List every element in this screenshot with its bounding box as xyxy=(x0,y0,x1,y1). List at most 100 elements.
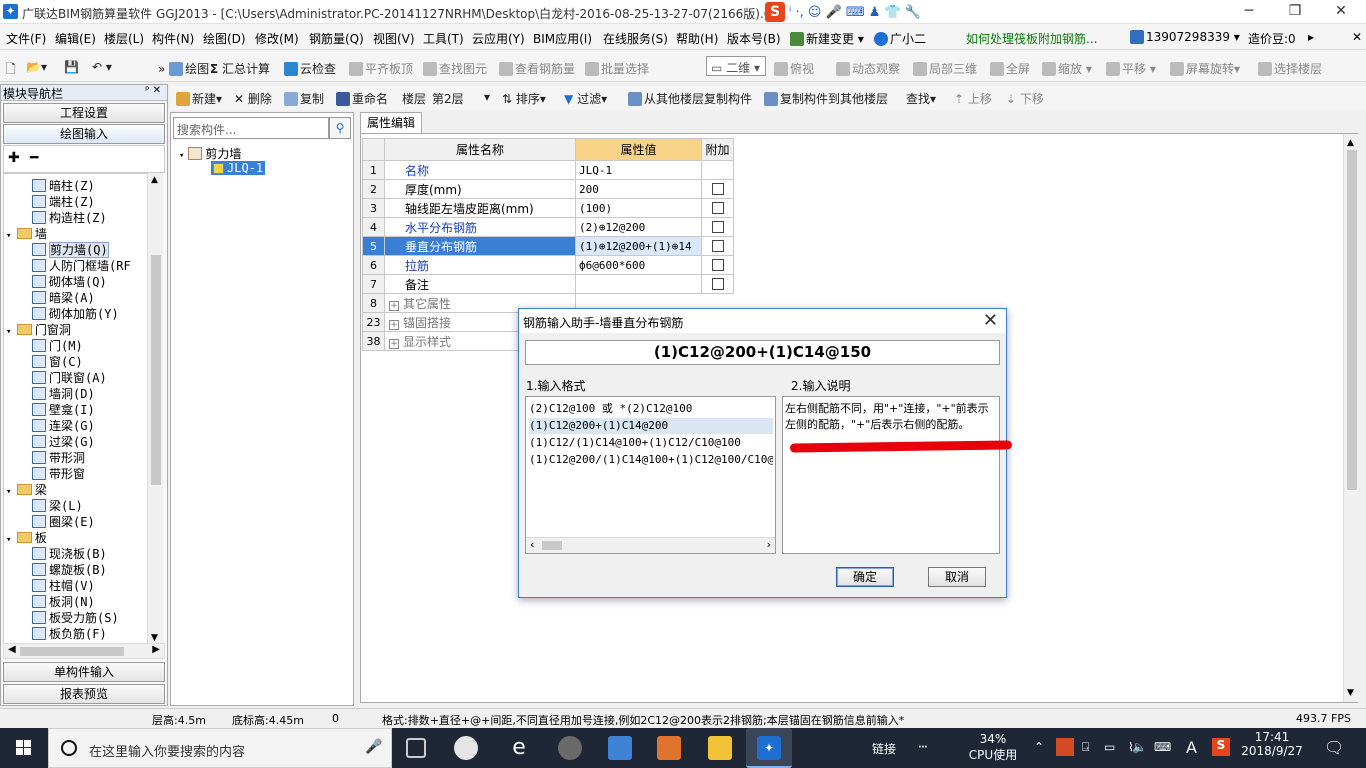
scroll-left-icon[interactable]: ◀ xyxy=(8,644,16,655)
rebar-value-input[interactable]: (1)C12@200+(1)C14@150 xyxy=(525,340,1000,365)
prop-scroll-down-icon[interactable]: ▼ xyxy=(1347,688,1354,698)
network-icon[interactable]: ▭ xyxy=(1104,740,1115,754)
input-language[interactable]: A xyxy=(1186,738,1197,757)
tree-folder[interactable]: ▾ 梁 xyxy=(6,481,47,498)
taskbar-search[interactable]: 在这里输入你要搜索的内容 🎤 xyxy=(48,728,392,768)
ggj-app-button[interactable]: ✦ xyxy=(746,728,792,768)
tree-hscroll-thumb[interactable] xyxy=(20,647,124,656)
new-file-icon[interactable]: 🗋 xyxy=(6,60,16,81)
top-view-button[interactable]: 俯视 xyxy=(774,60,814,77)
cpu-monitor[interactable]: 34% CPU使用 xyxy=(966,732,1020,763)
tree-scrollbar[interactable]: ▲ ▼ xyxy=(147,173,163,645)
tree-item[interactable]: 板受力筋(S) xyxy=(32,609,119,626)
people-icon[interactable]: ⵈ xyxy=(918,738,928,756)
sort-button[interactable]: ⇅ 排序▾ xyxy=(502,90,546,107)
pdf-icon[interactable] xyxy=(657,736,681,760)
expand-icon[interactable]: + xyxy=(389,300,399,311)
menu-online[interactable]: 在线服务(S) xyxy=(603,30,668,47)
tree-item[interactable]: 现浇板(B) xyxy=(32,545,107,562)
undo-icon[interactable]: ↶ ▾ xyxy=(92,60,112,74)
tree-item[interactable]: 墙洞(D) xyxy=(32,385,95,402)
cloud-check-button[interactable]: 云检查 xyxy=(284,60,336,77)
volume-icon[interactable]: 🔈 xyxy=(1132,740,1147,754)
property-row[interactable]: 3 轴线距左墙皮距离(mm) (100) xyxy=(362,198,734,218)
tree-item[interactable]: 过梁(G) xyxy=(32,433,95,450)
tab-property-edit[interactable]: 属性编辑 xyxy=(360,112,422,134)
prop-scroll-up-icon[interactable]: ▲ xyxy=(1347,138,1354,148)
collapse-icon[interactable]: ▾ xyxy=(179,151,184,161)
tree-item[interactable]: 板负筋(F) xyxy=(32,625,107,642)
property-row[interactable]: 6 拉筋 ф6@600*600 xyxy=(362,255,734,275)
menu-close-icon[interactable]: ✕ xyxy=(1352,30,1362,44)
ime-tool-icons[interactable]: ⁱ ·, ☺ 🎤 ⌨ ♟ 👕 🔧 xyxy=(789,5,921,20)
sum-calc-button[interactable]: Σ 汇总计算 xyxy=(210,60,270,77)
menu-floor[interactable]: 楼层(L) xyxy=(104,30,144,47)
rename-button[interactable]: 重命名 xyxy=(336,90,388,107)
attach-checkbox[interactable] xyxy=(711,259,724,271)
collapse-icon[interactable]: ▾ xyxy=(6,487,17,497)
fan-app-icon[interactable] xyxy=(454,736,478,760)
prop-value[interactable]: (1)⊕12@200+(1)⊕14 xyxy=(575,236,702,256)
copy-to-floor-button[interactable]: 复制构件到其他楼层 xyxy=(764,90,888,107)
format-scroll-left-icon[interactable]: ‹ xyxy=(530,538,534,551)
prop-value[interactable]: 200 xyxy=(575,179,702,199)
tree-item[interactable]: 暗梁(A) xyxy=(32,289,95,306)
draw-button[interactable]: » 绘图 xyxy=(158,60,209,77)
format-scroll-thumb[interactable] xyxy=(542,541,562,550)
menu-view[interactable]: 视图(V) xyxy=(373,30,415,47)
view-mode-select[interactable]: ▭ 二维 ▾ xyxy=(706,56,766,76)
floor-select[interactable]: 第2层 ▾ xyxy=(432,90,492,107)
prop-value[interactable]: (100) xyxy=(575,198,702,218)
close-window-button[interactable]: ✕ xyxy=(1318,0,1364,24)
tree-hscrollbar[interactable]: ◀ ▶ xyxy=(3,643,165,659)
property-row[interactable]: 1 名称 JLQ-1 xyxy=(362,160,734,180)
menu-tools[interactable]: 工具(T) xyxy=(423,30,464,47)
menu-assistant[interactable]: 广小二 xyxy=(874,30,926,47)
menu-bim[interactable]: BIM应用(I) xyxy=(533,30,592,47)
task-view-icon[interactable] xyxy=(406,738,426,758)
collapse-icon[interactable]: ▾ xyxy=(6,231,17,241)
swirl-app-icon[interactable] xyxy=(558,736,582,760)
tree-item[interactable]: 人防门框墙(RF xyxy=(32,257,131,274)
find-element-button[interactable]: 查找图元 xyxy=(423,60,487,77)
cancel-button[interactable]: 取消 xyxy=(928,567,986,587)
notification-icon[interactable]: 🗨 xyxy=(1324,738,1344,757)
comp-tree-root[interactable]: ▾ 剪力墙 xyxy=(179,145,241,162)
tree-item[interactable]: 圈梁(E) xyxy=(32,513,95,530)
report-preview-button[interactable]: 报表预览 xyxy=(3,684,165,704)
menu-file[interactable]: 文件(F) xyxy=(6,30,46,47)
copy-from-floor-button[interactable]: 从其他楼层复制构件 xyxy=(628,90,752,107)
copy-button[interactable]: 复制 xyxy=(284,90,324,107)
tree-item[interactable]: 暗柱(Z) xyxy=(32,177,95,194)
keyboard-icon[interactable]: ⌨ xyxy=(1154,740,1171,754)
tray-misc-icon[interactable]: ⍈ xyxy=(1082,740,1089,755)
zoom-button[interactable]: 缩放 ▾ xyxy=(1042,60,1092,77)
help-link[interactable]: 如何处理筏板附加钢筋... xyxy=(966,30,1097,47)
tree-item[interactable]: 窗(C) xyxy=(32,353,83,370)
pin-close-icon[interactable]: ᵖ ✕ xyxy=(145,85,161,96)
collapse-all-icon[interactable]: ━ xyxy=(30,150,38,166)
menu-draw[interactable]: 绘图(D) xyxy=(203,30,246,47)
tray-link[interactable]: 链接 xyxy=(872,740,896,757)
menu-modify[interactable]: 修改(M) xyxy=(255,30,299,47)
prop-value[interactable]: (2)⊕12@200 xyxy=(575,217,702,237)
menu-version[interactable]: 版本号(B) xyxy=(727,30,781,47)
expand-icon[interactable]: + xyxy=(389,338,399,349)
menu-component[interactable]: 构件(N) xyxy=(152,30,194,47)
prop-value[interactable] xyxy=(575,274,702,294)
notes-icon[interactable] xyxy=(708,736,732,760)
attach-checkbox[interactable] xyxy=(711,278,724,290)
tree-item[interactable]: 构造柱(Z) xyxy=(32,209,107,226)
open-file-icon[interactable]: 📂▾ xyxy=(26,60,47,74)
sogou-tray-icon[interactable]: S xyxy=(1212,738,1230,756)
scroll-right-icon[interactable]: ▶ xyxy=(152,644,160,655)
tree-item[interactable]: 板洞(N) xyxy=(32,593,95,610)
ok-button[interactable]: 确定 xyxy=(836,567,894,587)
format-item[interactable]: (1)C12/(1)C14@100+(1)C12/C10@100 xyxy=(529,435,773,451)
delete-button[interactable]: ✕ 删除 xyxy=(234,90,272,107)
tree-item[interactable]: 门联窗(A) xyxy=(32,369,107,386)
format-item[interactable]: (2)C12@100 或 *(2)C12@100 xyxy=(529,401,773,417)
property-row[interactable]: 7 备注 xyxy=(362,274,734,294)
menu-rebar[interactable]: 钢筋量(Q) xyxy=(309,30,364,47)
tree-item[interactable]: 螺旋板(B) xyxy=(32,561,107,578)
